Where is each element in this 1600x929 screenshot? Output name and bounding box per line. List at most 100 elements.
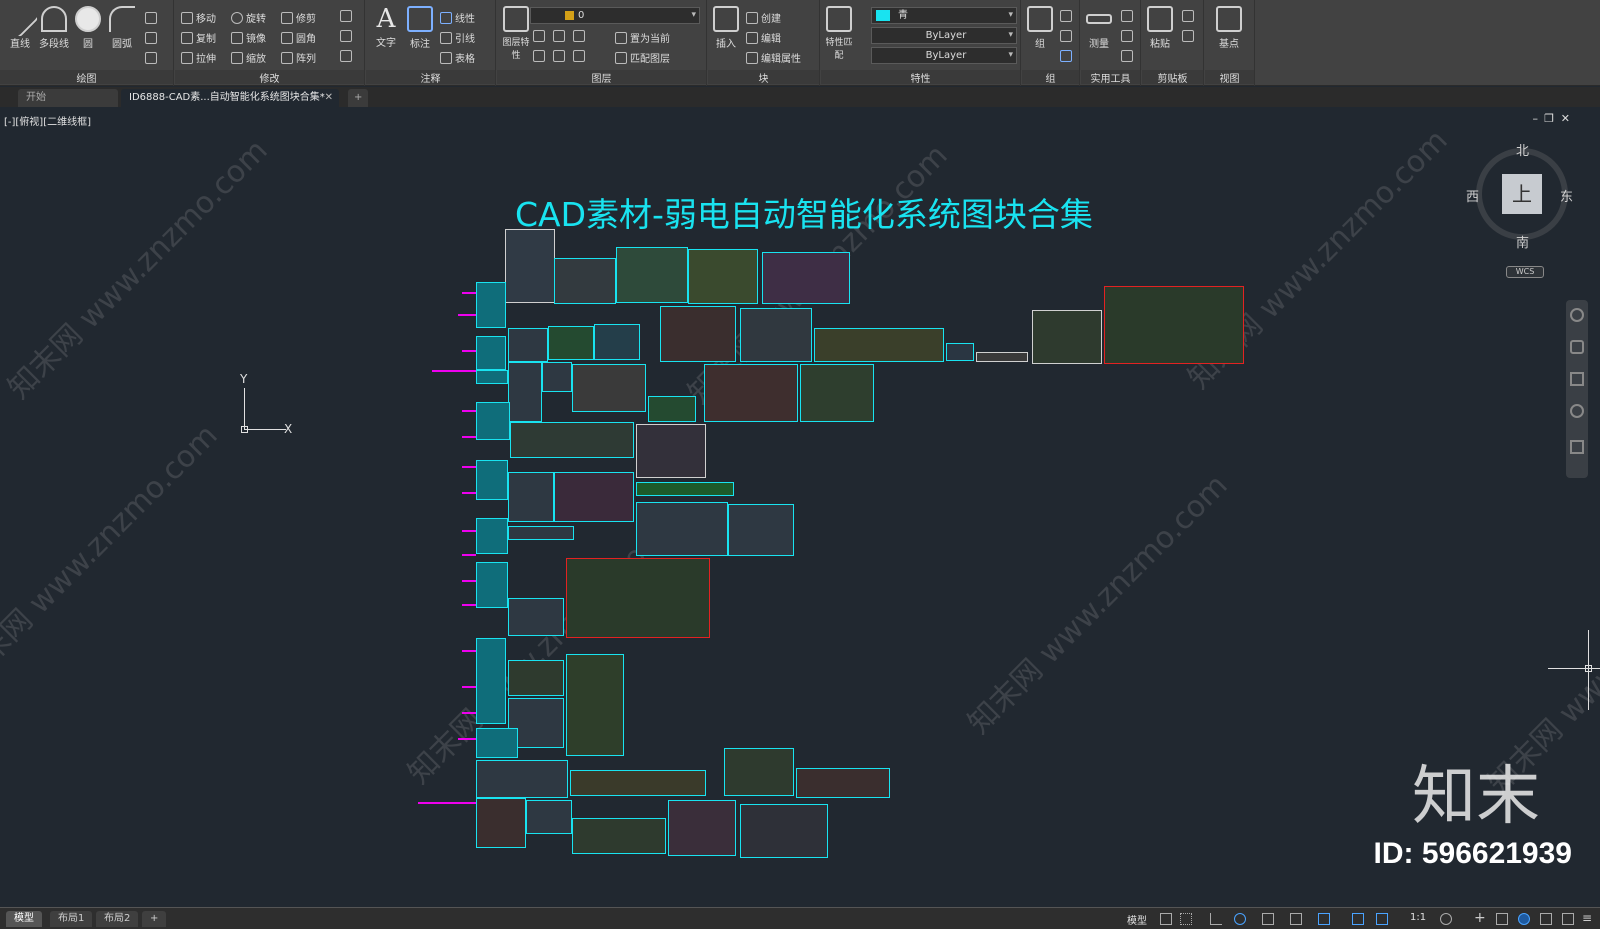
stretch-tool[interactable]: 拉伸 [181,50,216,65]
drawing-sheet[interactable] [762,252,850,304]
customize-menu-icon[interactable]: ≡ [1582,911,1592,925]
drawing-sheet[interactable] [554,258,616,304]
viewcube-south[interactable]: 南 [1516,232,1529,251]
showmotion-icon[interactable] [1570,440,1584,454]
arc-tool[interactable]: 圆弧 [106,6,138,50]
viewport-close-icon[interactable]: ✕ [1561,112,1570,125]
drawing-sheet[interactable] [476,760,568,798]
layer-isolate-tool[interactable] [553,30,568,42]
lineweight-dropdown[interactable]: ByLayer [871,47,1017,64]
layer-off-tool[interactable] [533,30,548,42]
make-current-tool[interactable]: 置为当前 [615,30,670,45]
tab-document[interactable]: ID6888-CAD素...自动智能化系统图块合集* ✕ [121,89,339,107]
annotation-panel-title[interactable]: 注释 [366,70,495,85]
orbit-icon[interactable] [1570,404,1584,418]
drawing-sheet[interactable] [1104,286,1244,364]
drawing-sheet[interactable] [594,324,640,360]
isodraft-icon[interactable] [1262,913,1274,925]
match-properties-tool[interactable]: 特性匹配 [823,6,855,61]
fillet-tool[interactable]: 圆角 [281,30,316,45]
draw-panel-title[interactable]: 绘图 [0,70,173,85]
drawing-sheet[interactable] [724,748,794,796]
drawing-sheet[interactable] [688,249,758,304]
drawing-sheet[interactable] [572,364,646,412]
edit-attributes-tool[interactable]: 编辑属性 [746,50,801,65]
layer-lock-tool[interactable] [533,50,548,62]
drawing-sheet[interactable] [476,282,506,328]
insert-tool[interactable]: 插入 [710,6,742,50]
point-tool[interactable] [1121,30,1136,42]
layout-tab-model[interactable]: 模型 [6,911,42,927]
drawing-viewport[interactable]: [-][俯视][二维线框] – ❐ ✕ 知末网 www.znzmo.com 知末… [0,110,1600,907]
drawing-sheet[interactable] [505,229,555,303]
drawing-sheet[interactable] [796,768,890,798]
units-icon[interactable] [1496,913,1508,925]
rotate-tool[interactable]: 旋转 [231,10,266,25]
line-tool[interactable]: 直线 [1,0,39,50]
annotation-scale[interactable]: 1:1 [1410,912,1426,923]
drawing-sheet[interactable] [508,328,548,362]
erase-tool[interactable] [340,10,355,22]
layer-properties-tool[interactable]: 图层特性 [499,6,533,61]
drawing-sheet[interactable] [476,798,526,848]
groups-panel-title[interactable]: 组 [1022,70,1079,85]
leader-tool[interactable]: 引线 [440,30,475,45]
edit-block-tool[interactable]: 编辑 [746,30,781,45]
boundary-tool[interactable] [145,52,160,64]
drawing-sheet[interactable] [648,396,696,422]
cut-tool[interactable] [1182,10,1197,22]
drawing-sheet[interactable] [508,472,554,522]
tab-start[interactable]: 开始 [18,89,118,107]
measure-tool[interactable]: 测量 [1083,6,1115,50]
drawing-sheet[interactable] [476,728,518,758]
linear-tool[interactable]: 线性 [440,10,475,25]
drawing-sheet[interactable] [508,362,542,422]
calculator-tool[interactable] [1121,50,1136,62]
table-tool[interactable]: 表格 [440,50,475,65]
clean-screen-icon[interactable] [1562,913,1574,925]
group-select-tool[interactable] [1060,50,1075,62]
object-snap-icon[interactable] [1290,913,1302,925]
auto-scale-icon[interactable] [1376,913,1388,925]
trim-tool[interactable]: 修剪 [281,10,316,25]
rectangle-tool[interactable] [145,12,160,24]
base-view-tool[interactable]: 基点 [1213,6,1245,50]
drawing-sheet[interactable] [508,598,564,636]
viewport-restore-icon[interactable]: ❐ [1544,112,1554,125]
drawing-sheet[interactable] [636,482,734,496]
drawing-sheet[interactable] [476,460,508,500]
pan-icon[interactable] [1570,340,1584,354]
workspace-gear-icon[interactable] [1440,913,1452,925]
offset-tool[interactable] [340,50,355,62]
hatch-tool[interactable] [145,32,160,44]
drawing-sheet[interactable] [668,800,736,856]
plus-icon[interactable]: + [1474,910,1486,926]
properties-panel-title[interactable]: 特性 [821,70,1020,85]
paste-tool[interactable]: 粘贴 [1144,6,1176,50]
utilities-panel-title[interactable]: 实用工具 [1081,70,1140,85]
drawing-sheet[interactable] [508,660,564,696]
view-panel-title[interactable]: 视图 [1205,70,1254,85]
wcs-button[interactable]: WCS [1506,266,1544,278]
polyline-tool[interactable]: 多段线 [38,6,70,50]
drawing-sheet[interactable] [476,402,510,440]
isolate-objects-icon[interactable] [1518,913,1530,925]
osnap-tracking-icon[interactable] [1318,913,1330,925]
layout-tab-2[interactable]: 布局2 [96,911,139,927]
drawing-sheet[interactable] [814,328,944,362]
drawing-sheet[interactable] [476,336,506,370]
drawing-sheet[interactable] [566,654,624,756]
annotation-visibility-icon[interactable] [1352,913,1364,925]
create-block-tool[interactable]: 创建 [746,10,781,25]
ungroup-tool[interactable] [1060,10,1075,22]
layer-freeze-tool[interactable] [573,30,588,42]
group-edit-tool[interactable] [1060,30,1075,42]
drawing-sheet[interactable] [1032,310,1102,364]
dimension-tool[interactable]: 标注 [404,6,436,50]
drawing-sheet[interactable] [476,638,506,724]
snap-icon[interactable] [1180,913,1192,925]
circle-tool[interactable]: 圆 [72,6,104,50]
drawing-sheet[interactable] [728,504,794,556]
match-layer-tool[interactable]: 匹配图层 [615,50,670,65]
quick-select-tool[interactable] [1121,10,1136,22]
